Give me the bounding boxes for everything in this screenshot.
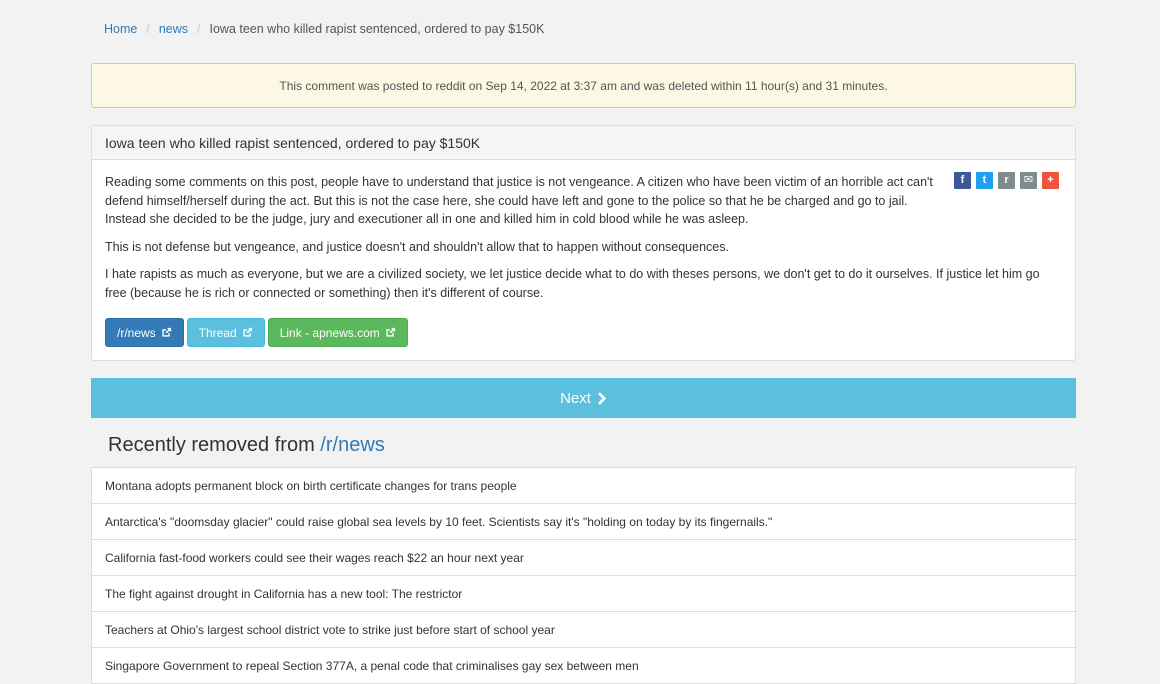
subreddit-button[interactable]: /r/news <box>105 318 184 347</box>
post-title: Iowa teen who killed rapist sentenced, o… <box>92 126 1075 160</box>
chevron-right-icon <box>597 391 607 405</box>
list-item[interactable]: Montana adopts permanent block on birth … <box>92 468 1075 504</box>
recently-removed-heading: Recently removed from /r/news <box>108 434 385 457</box>
comment-paragraph: I hate rapists as much as everyone, but … <box>105 267 1040 300</box>
next-button-label: Next <box>560 389 591 407</box>
email-icon[interactable]: ✉ <box>1020 172 1037 189</box>
list-item[interactable]: The fight against drought in California … <box>92 576 1075 612</box>
list-item[interactable]: Singapore Government to repeal Section 3… <box>92 648 1075 684</box>
list-item[interactable]: Teachers at Ohio's largest school distri… <box>92 612 1075 648</box>
add-share-icon[interactable]: + <box>1042 172 1059 189</box>
recently-removed-list: Montana adopts permanent block on birth … <box>91 467 1076 684</box>
reddit-icon[interactable]: r <box>998 172 1015 189</box>
recently-removed-prefix: Recently removed from <box>108 434 321 456</box>
facebook-icon[interactable]: f <box>954 172 971 189</box>
source-link-button-label: Link - apnews.com <box>279 325 380 340</box>
deleted-notice-text: This comment was posted to reddit on Sep… <box>279 78 888 93</box>
breadcrumb-news-link[interactable]: news <box>159 22 188 36</box>
external-link-icon <box>385 327 396 338</box>
comment-body: f t r ✉ + Reading some comments on this … <box>92 160 1075 302</box>
external-link-icon <box>161 327 172 338</box>
breadcrumb-home-link[interactable]: Home <box>104 22 137 36</box>
breadcrumb-separator: / <box>146 22 150 36</box>
comment-buttons: /r/news Thread Link - apnews.com <box>105 318 408 347</box>
thread-button-label: Thread <box>198 325 237 340</box>
twitter-icon[interactable]: t <box>976 172 993 189</box>
list-item[interactable]: Antarctica's "doomsday glacier" could ra… <box>92 504 1075 540</box>
share-icons: f t r ✉ + <box>954 172 1059 189</box>
breadcrumb: Home / news / Iowa teen who killed rapis… <box>104 22 544 36</box>
comment-paragraph: Reading some comments on this post, peop… <box>105 175 933 226</box>
list-item[interactable]: California fast-food workers could see t… <box>92 540 1075 576</box>
comment-panel: Iowa teen who killed rapist sentenced, o… <box>91 125 1076 361</box>
breadcrumb-separator: / <box>197 22 201 36</box>
breadcrumb-current: Iowa teen who killed rapist sentenced, o… <box>209 22 545 36</box>
subreddit-button-label: /r/news <box>117 325 156 340</box>
source-link-button[interactable]: Link - apnews.com <box>267 318 408 347</box>
thread-button[interactable]: Thread <box>186 318 265 347</box>
comment-paragraph: This is not defense but vengeance, and j… <box>105 239 729 254</box>
recently-removed-subreddit-link[interactable]: /r/news <box>320 434 384 456</box>
deleted-notice-alert: This comment was posted to reddit on Sep… <box>91 63 1076 108</box>
next-button[interactable]: Next <box>91 378 1076 418</box>
external-link-icon <box>242 327 253 338</box>
